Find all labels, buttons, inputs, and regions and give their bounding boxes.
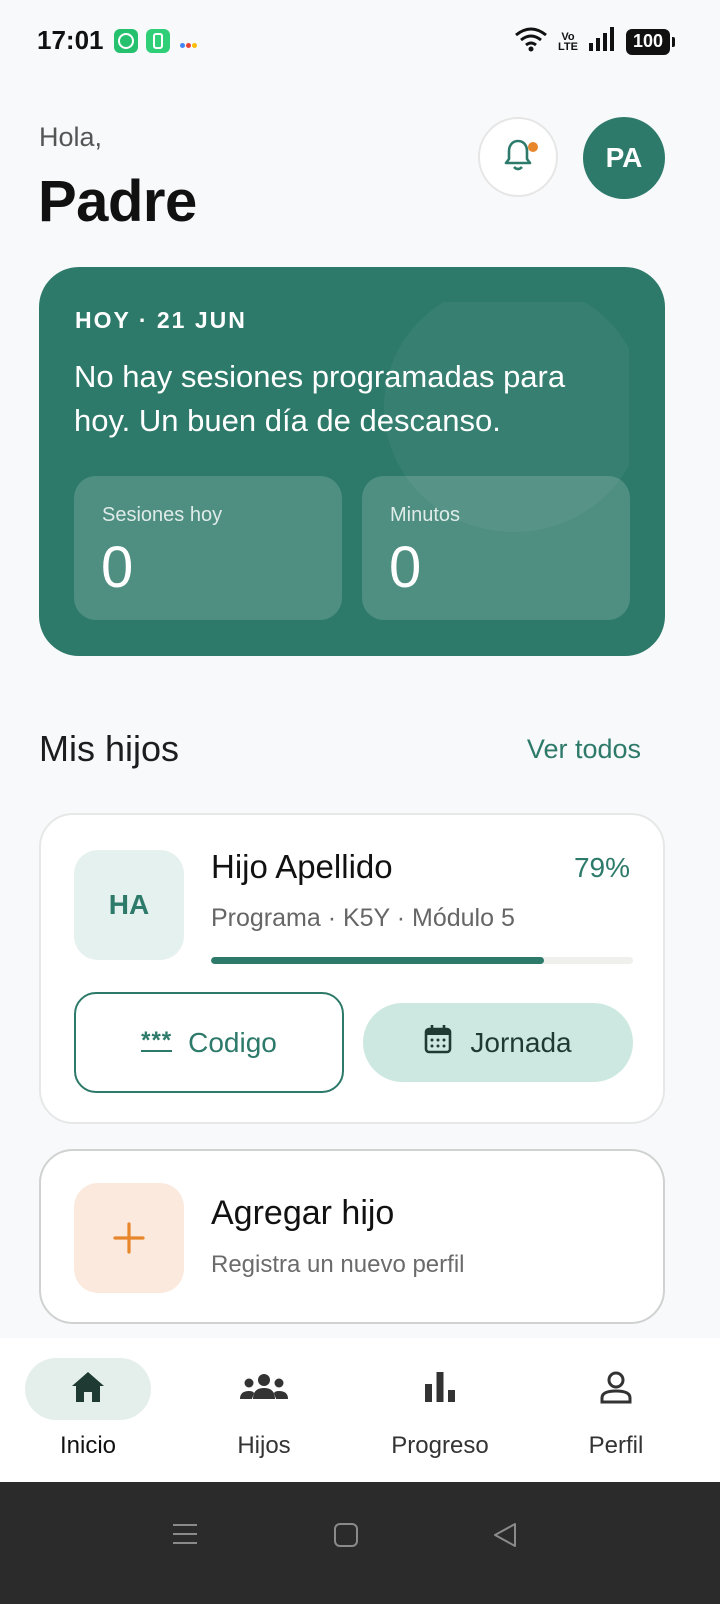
code-button-label: Codigo [188,1026,277,1058]
nav-icon-container [201,1358,327,1420]
schedule-button-label: Jornada [470,1026,572,1058]
status-time: 17:01 [37,25,104,55]
notification-dot [528,142,538,152]
stat-sessions-today: Sesiones hoy 0 [74,476,342,620]
nav-label: Hijos [237,1432,291,1459]
bar-chart-icon [423,1370,457,1409]
schedule-button[interactable]: Jornada [363,1003,633,1082]
stat-value: 0 [101,535,134,600]
nav-icon-container [25,1358,151,1420]
nav-item-hijos[interactable]: Hijos [194,1358,334,1460]
see-all-link[interactable]: Ver todos [527,734,641,765]
home-icon [70,1370,106,1409]
stat-minutes: Minutos 0 [362,476,630,620]
status-bar: 17:01 Vo LTE 100 [0,0,720,84]
greeting-text: Hola, [39,122,103,152]
nav-icon-container [377,1358,503,1420]
nav-item-perfil[interactable]: Perfil [546,1358,686,1460]
battery-indicator: 100 [626,28,675,55]
progress-bar-fill [211,957,545,964]
nav-item-inicio[interactable]: Inicio [18,1358,158,1460]
group-icon [239,1372,289,1407]
code-button[interactable]: *** Codigo [74,992,344,1093]
volte-indicator: Vo LTE [558,30,578,53]
today-message: No hay sesiones programadas para hoy. Un… [74,359,566,438]
today-summary-card: HOY · 21 JUN No hay sesiones programadas… [39,267,665,656]
add-child-subtitle: Registra un nuevo perfil [211,1251,465,1278]
bottom-navigation: Inicio Hijos Progreso Perfil [0,1338,720,1482]
nav-label: Perfil [588,1432,644,1459]
whatsapp-icon [114,29,138,53]
notifications-button[interactable] [478,117,558,197]
child-avatar: HA [74,850,184,960]
back-icon[interactable] [492,1522,518,1553]
stat-label: Minutos [390,504,461,526]
wifi-icon [514,26,548,57]
progress-bar [211,957,633,964]
nav-icon-container [553,1358,679,1420]
stat-label: Sesiones hoy [102,504,223,526]
system-navigation-bar [0,1482,720,1604]
signal-icon [588,26,616,57]
section-title: Mis hijos [39,728,180,769]
calendar-icon [424,1024,452,1061]
password-icon: *** [141,1026,173,1054]
user-name-heading: Padre [38,169,197,234]
nav-label: Progreso [391,1432,489,1459]
nav-label: Inicio [59,1432,117,1459]
stat-value: 0 [389,535,422,600]
profile-avatar[interactable]: PA [583,117,665,199]
child-program-meta: Programa · K5Y · Módulo 5 [211,904,515,932]
person-icon [599,1370,633,1409]
home-square-icon[interactable] [333,1522,359,1553]
plus-icon [74,1183,184,1293]
assistant-dots-icon [180,35,200,48]
add-child-title: Agregar hijo [211,1194,395,1232]
battery-saver-icon [146,29,170,53]
child-name: Hijo Apellido [211,848,393,885]
child-progress-percent: 79% [573,852,630,883]
today-date-label: HOY · 21 JUN [75,307,247,333]
child-card[interactable]: HA Hijo Apellido 79% Programa · K5Y · Mó… [39,813,665,1124]
menu-icon[interactable] [172,1522,198,1551]
nav-item-progreso[interactable]: Progreso [370,1358,510,1460]
add-child-card[interactable]: Agregar hijo Registra un nuevo perfil [39,1149,665,1324]
